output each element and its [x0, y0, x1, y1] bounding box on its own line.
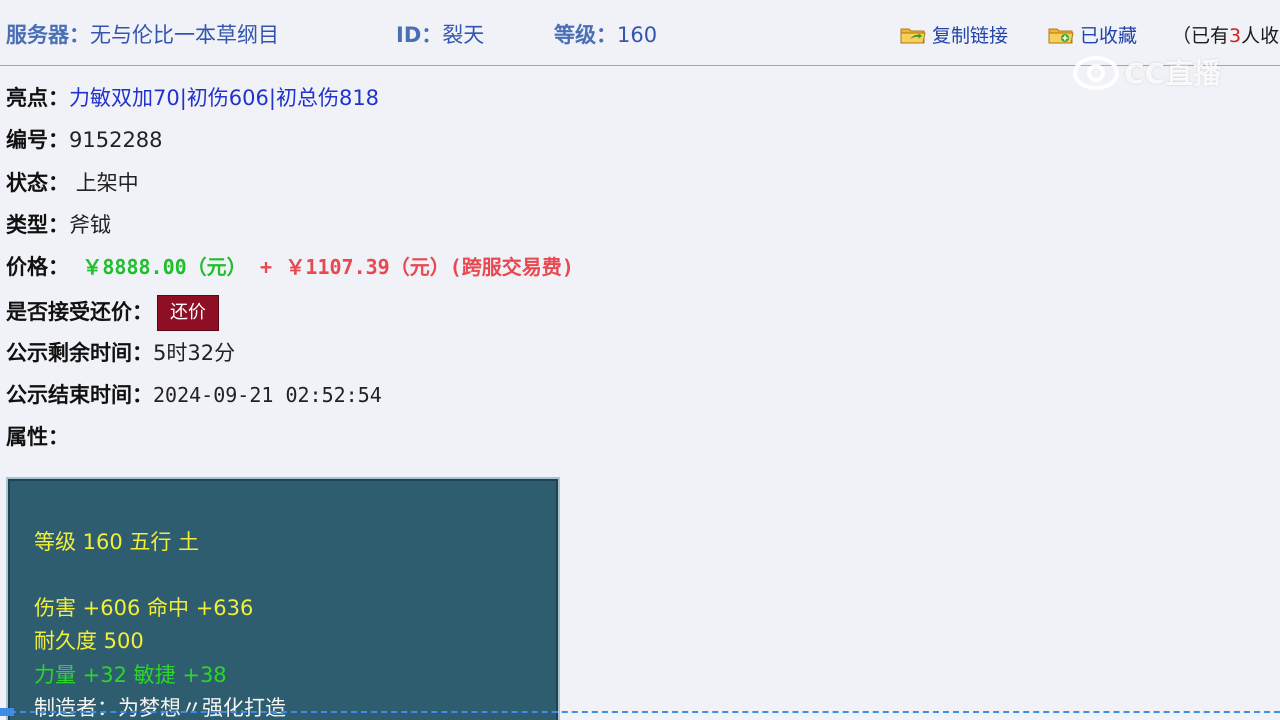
- attr-durability: 耐久度 500: [34, 629, 144, 653]
- status-label: 状态：: [6, 171, 69, 195]
- equipment-detail-page: 服务器：无与伦比一本草纲目 ID：裂天 等级：160 复制链接 已收藏 （已有3…: [0, 0, 1280, 720]
- watermark-text: CC直播: [1124, 57, 1222, 90]
- collect-count: （已有3人收: [1172, 22, 1279, 50]
- price-fee: ￥1107.39（元）(跨服交易费): [285, 255, 574, 279]
- bottom-dashed-divider: [0, 711, 1280, 713]
- remaining-time-label: 公示剩余时间：: [6, 341, 153, 365]
- server-value: 无与伦比一本草纲目: [90, 23, 279, 47]
- serial-label: 编号：: [6, 128, 69, 152]
- end-time-label: 公示结束时间：: [6, 383, 153, 407]
- end-time-value: 2024-09-21 02:52:54: [153, 383, 382, 407]
- attr-strength-agility: 力量 +32 敏捷 +38: [34, 663, 227, 687]
- attr-damage-hit: 伤害 +606 命中 +636: [34, 596, 254, 620]
- serial-row: 编号：9152288: [6, 125, 163, 155]
- counter-offer-row: 是否接受还价： 还价: [6, 294, 219, 331]
- highlight-row: 亮点：力敏双加70|初伤606|初总伤818: [6, 83, 379, 113]
- status-value: 上架中: [75, 171, 139, 195]
- level-info: 等级：160: [554, 20, 657, 50]
- favorite-button[interactable]: 已收藏: [1048, 22, 1137, 50]
- id-info: ID：裂天: [396, 20, 484, 50]
- attributes-row: 属性：: [6, 422, 69, 452]
- serial-value: 9152288: [69, 128, 163, 152]
- bottom-marker: [0, 708, 14, 716]
- collect-prefix: （已有: [1172, 25, 1230, 47]
- remaining-time-value: 5时32分: [153, 341, 236, 365]
- type-row: 类型：斧钺: [6, 210, 111, 240]
- folder-plus-icon: [1048, 28, 1074, 44]
- collect-suffix: 人收: [1241, 25, 1280, 47]
- collect-number: 3: [1229, 25, 1242, 47]
- id-value: 裂天: [442, 23, 485, 47]
- folder-arrow-icon: [900, 28, 926, 44]
- server-info: 服务器：无与伦比一本草纲目: [6, 20, 279, 50]
- cc-logo-icon: [1073, 56, 1119, 90]
- price-label: 价格：: [6, 255, 69, 279]
- attr-level-element: 等级 160 五行 土: [34, 530, 200, 554]
- counter-offer-button[interactable]: 还价: [157, 295, 219, 331]
- remaining-time-row: 公示剩余时间：5时32分: [6, 338, 235, 368]
- copy-link-button[interactable]: 复制链接: [900, 22, 1008, 50]
- status-row: 状态： 上架中: [6, 168, 139, 198]
- price-row: 价格： ￥8888.00（元） + ￥1107.39（元）(跨服交易费): [6, 252, 574, 282]
- type-value: 斧钺: [69, 213, 111, 237]
- highlight-label: 亮点：: [6, 86, 69, 110]
- id-label: ID：: [396, 23, 443, 47]
- server-label: 服务器：: [6, 23, 90, 47]
- highlight-value: 力敏双加70|初伤606|初总伤818: [69, 86, 380, 110]
- price-main: ￥8888.00（元）: [82, 255, 247, 279]
- price-plus: +: [260, 255, 273, 279]
- favorite-label: 已收藏: [1080, 25, 1138, 47]
- attributes-label: 属性：: [6, 425, 69, 449]
- level-label: 等级：: [554, 23, 617, 47]
- attr-maker: 制造者：为梦想〃强化打造: [34, 696, 286, 720]
- end-time-row: 公示结束时间：2024-09-21 02:52:54: [6, 380, 382, 410]
- attribute-panel: 等级 160 五行 土 伤害 +606 命中 +636 耐久度 500 力量 +…: [6, 477, 560, 720]
- cc-live-watermark: CC直播: [1072, 52, 1221, 92]
- copy-link-label: 复制链接: [932, 25, 1009, 47]
- type-label: 类型：: [6, 213, 69, 237]
- level-value: 160: [617, 23, 658, 47]
- counter-offer-label: 是否接受还价：: [6, 300, 153, 324]
